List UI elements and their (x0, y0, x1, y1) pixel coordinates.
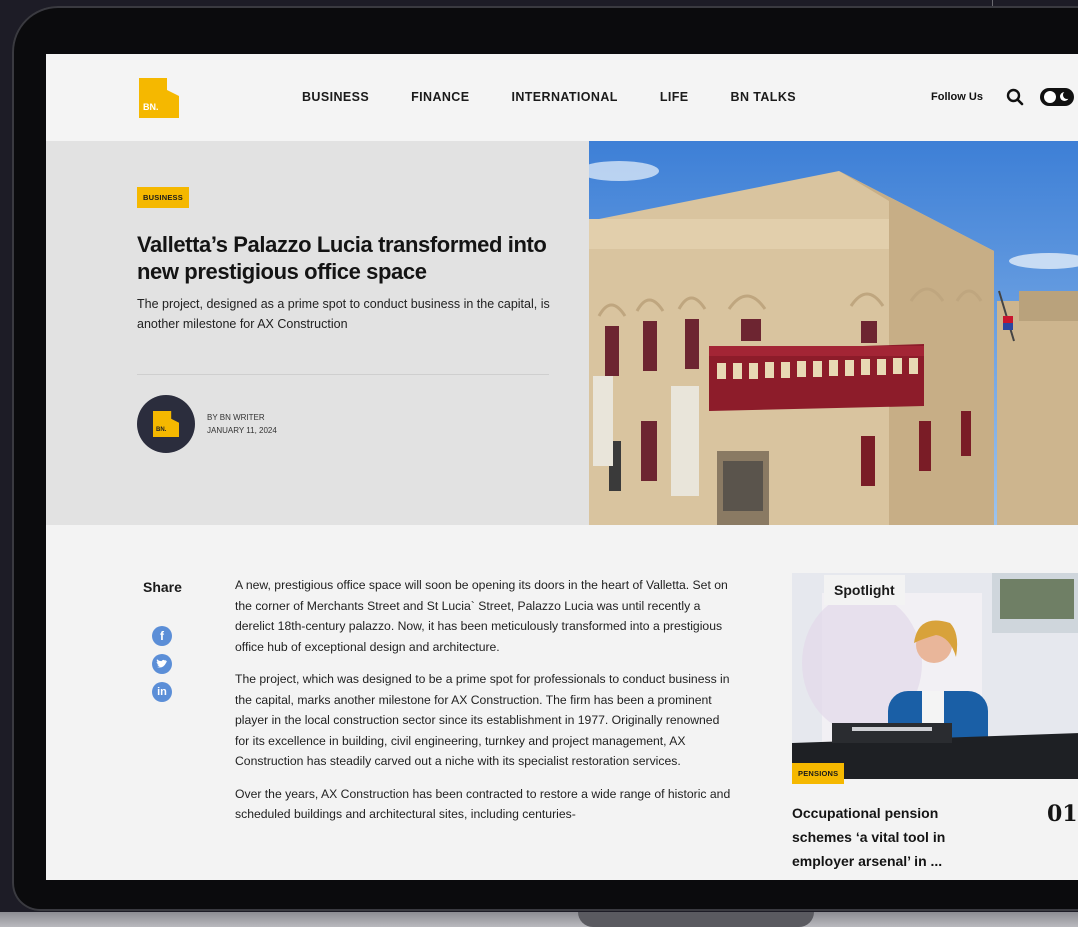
spotlight-image[interactable]: Spotlight (792, 573, 1078, 779)
author-logo-text: BN. (156, 427, 167, 433)
divider (137, 374, 549, 375)
article-body: A new, prestigious office space will soo… (235, 575, 733, 837)
moon-icon (1060, 91, 1071, 101)
toggle-knob (1044, 91, 1056, 103)
hero-title[interactable]: Valletta’s Palazzo Lucia transformed int… (137, 231, 557, 285)
site-header: BN. BUSINESS FINANCE INTERNATIONAL LIFE … (46, 54, 1078, 141)
article-paragraph: The project, which was designed to be a … (235, 672, 730, 768)
twitter-icon[interactable] (152, 654, 172, 674)
follow-us-link[interactable]: Follow Us (931, 91, 983, 103)
publish-date: JANUARY 11, 2024 (207, 426, 277, 435)
author-logo: BN. (153, 411, 179, 437)
byline: BY BN WRITER JANUARY 11, 2024 (207, 411, 277, 437)
hero-text-panel: BUSINESS Valletta’s Palazzo Lucia transf… (46, 141, 589, 525)
nav-business[interactable]: BUSINESS (302, 90, 369, 104)
theme-toggle-icon[interactable] (1040, 88, 1074, 106)
laptop-notch (578, 912, 814, 927)
logo-text: BN. (143, 102, 159, 112)
nav-bn-talks[interactable]: BN TALKS (731, 90, 796, 104)
nav-finance[interactable]: FINANCE (411, 90, 469, 104)
nav-international[interactable]: INTERNATIONAL (511, 90, 617, 104)
article-paragraph: Over the years, AX Construction has been… (235, 786, 731, 822)
spotlight-label: Spotlight (824, 575, 905, 605)
author-name[interactable]: BY BN WRITER (207, 411, 277, 424)
site-logo[interactable]: BN. (139, 78, 179, 118)
spotlight-title[interactable]: Occupational pension schemes ‘a vital to… (792, 801, 982, 873)
author-avatar[interactable]: BN. (137, 395, 195, 453)
linkedin-icon[interactable]: in (152, 682, 172, 702)
hero-image (589, 141, 1078, 525)
spotlight-rank-number: 01 (1047, 801, 1078, 827)
share-icons: f in (152, 626, 172, 710)
facebook-icon[interactable]: f (152, 626, 172, 646)
share-label: Share (143, 579, 182, 595)
main-nav: BUSINESS FINANCE INTERNATIONAL LIFE BN T… (302, 90, 796, 104)
spotlight-card[interactable]: Spotlight PENSIONS Occupational pension … (792, 573, 1078, 869)
laptop-base (0, 912, 1078, 927)
hero-subtitle: The project, designed as a prime spot to… (137, 297, 550, 331)
article-paragraph: A new, prestigious office space will soo… (235, 578, 728, 654)
search-icon[interactable] (1006, 88, 1024, 106)
browser-viewport: BN. BUSINESS FINANCE INTERNATIONAL LIFE … (46, 54, 1078, 880)
spotlight-category-tag[interactable]: PENSIONS (792, 763, 845, 784)
hero-category-tag[interactable]: BUSINESS (137, 187, 189, 208)
nav-life[interactable]: LIFE (660, 90, 689, 104)
laptop-frame: BN. BUSINESS FINANCE INTERNATIONAL LIFE … (12, 6, 1078, 911)
